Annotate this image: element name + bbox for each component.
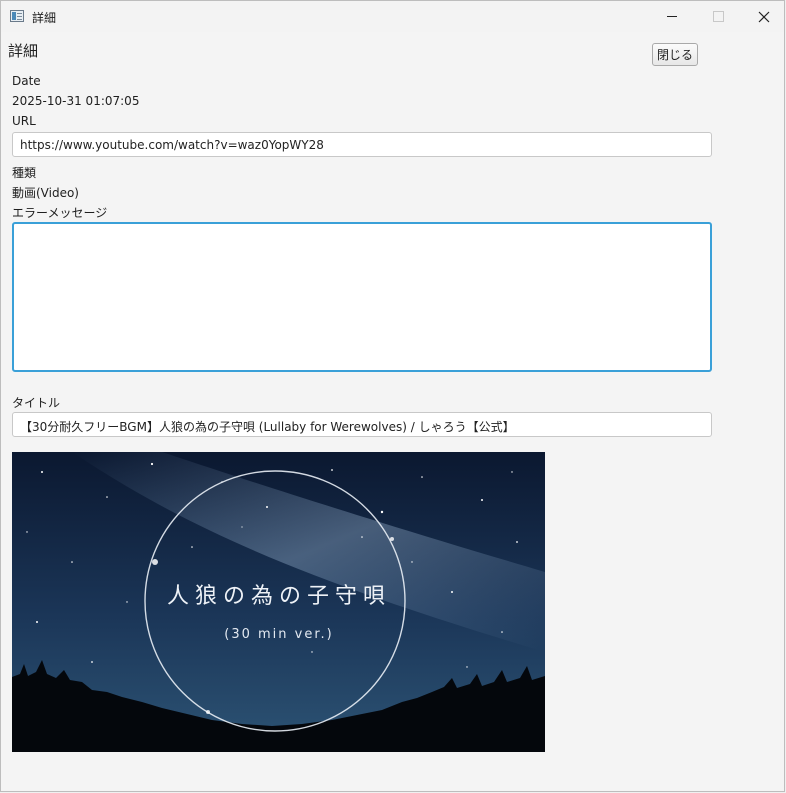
thumbnail-image: 人狼の為の子守唄 (30 min ver.): [12, 452, 545, 752]
maximize-icon: [712, 11, 724, 22]
title-bar[interactable]: 詳細: [1, 1, 784, 32]
minimize-button[interactable]: [649, 1, 695, 32]
title-field[interactable]: 【30分耐久フリーBGM】人狼の為の子守唄 (Lullaby for Werew…: [12, 412, 712, 437]
window-title: 詳細: [32, 11, 57, 25]
url-label: URL: [12, 114, 36, 128]
app-window-icon: [10, 10, 24, 22]
close-button[interactable]: 閉じる: [652, 43, 698, 66]
thumbnail-title: 人狼の為の子守唄: [167, 584, 391, 609]
details-window: 詳細 詳細 閉じる Date 2025-10-31 01:07:05 URL h…: [0, 0, 785, 792]
date-label: Date: [12, 74, 41, 88]
thumbnail-subtitle: (30 min ver.): [224, 627, 333, 642]
video-thumbnail: 人狼の為の子守唄 (30 min ver.): [12, 452, 545, 752]
url-field[interactable]: https://www.youtube.com/watch?v=waz0YopW…: [12, 132, 712, 157]
close-icon: [758, 11, 770, 22]
minimize-icon: [667, 16, 677, 17]
type-value: 動画(Video): [12, 186, 79, 200]
type-label: 種類: [12, 166, 37, 180]
title-label: タイトル: [12, 396, 61, 410]
maximize-button[interactable]: [695, 1, 741, 32]
date-value: 2025-10-31 01:07:05: [12, 94, 140, 108]
error-message-label: エラーメッセージ: [12, 206, 108, 220]
page-title: 詳細: [8, 42, 39, 60]
close-window-button[interactable]: [741, 1, 786, 32]
error-message-textarea[interactable]: [12, 222, 712, 372]
